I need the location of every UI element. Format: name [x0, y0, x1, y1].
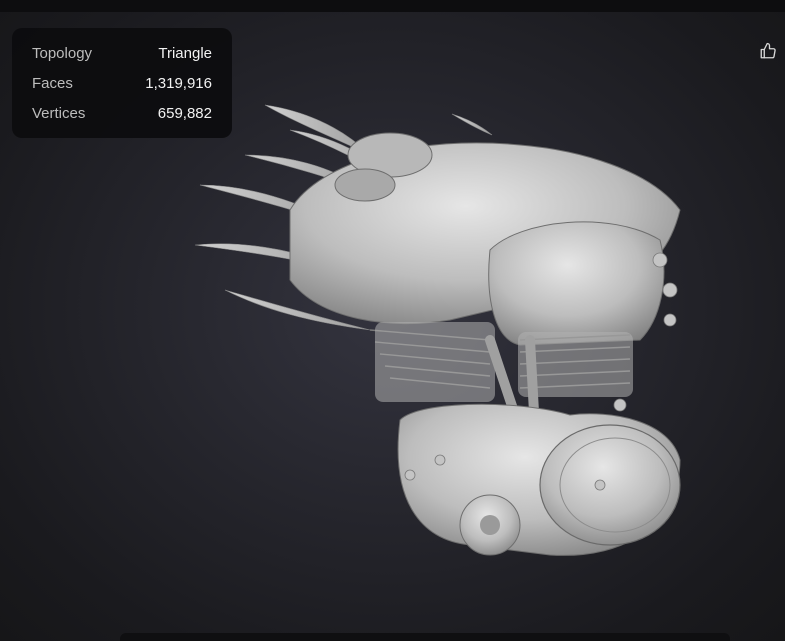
top-strip [0, 0, 785, 12]
topology-value: Triangle [158, 45, 212, 62]
topology-label: Topology [32, 45, 93, 62]
faces-value: 1,319,916 [145, 75, 212, 92]
stat-row-topology: Topology Triangle [32, 45, 212, 65]
cam-cover [539, 424, 681, 546]
thumbs-up-icon [760, 42, 776, 59]
like-button[interactable] [757, 40, 779, 62]
stat-row-vertices: Vertices 659,882 [32, 105, 212, 125]
faces-label: Faces [32, 75, 73, 92]
model-viewport[interactable] [190, 100, 710, 570]
front-head [488, 221, 665, 346]
bottom-bar [120, 633, 730, 641]
vertices-label: Vertices [32, 105, 86, 122]
stat-row-faces: Faces 1,319,916 [32, 75, 212, 95]
engine-3d-model [194, 104, 681, 556]
